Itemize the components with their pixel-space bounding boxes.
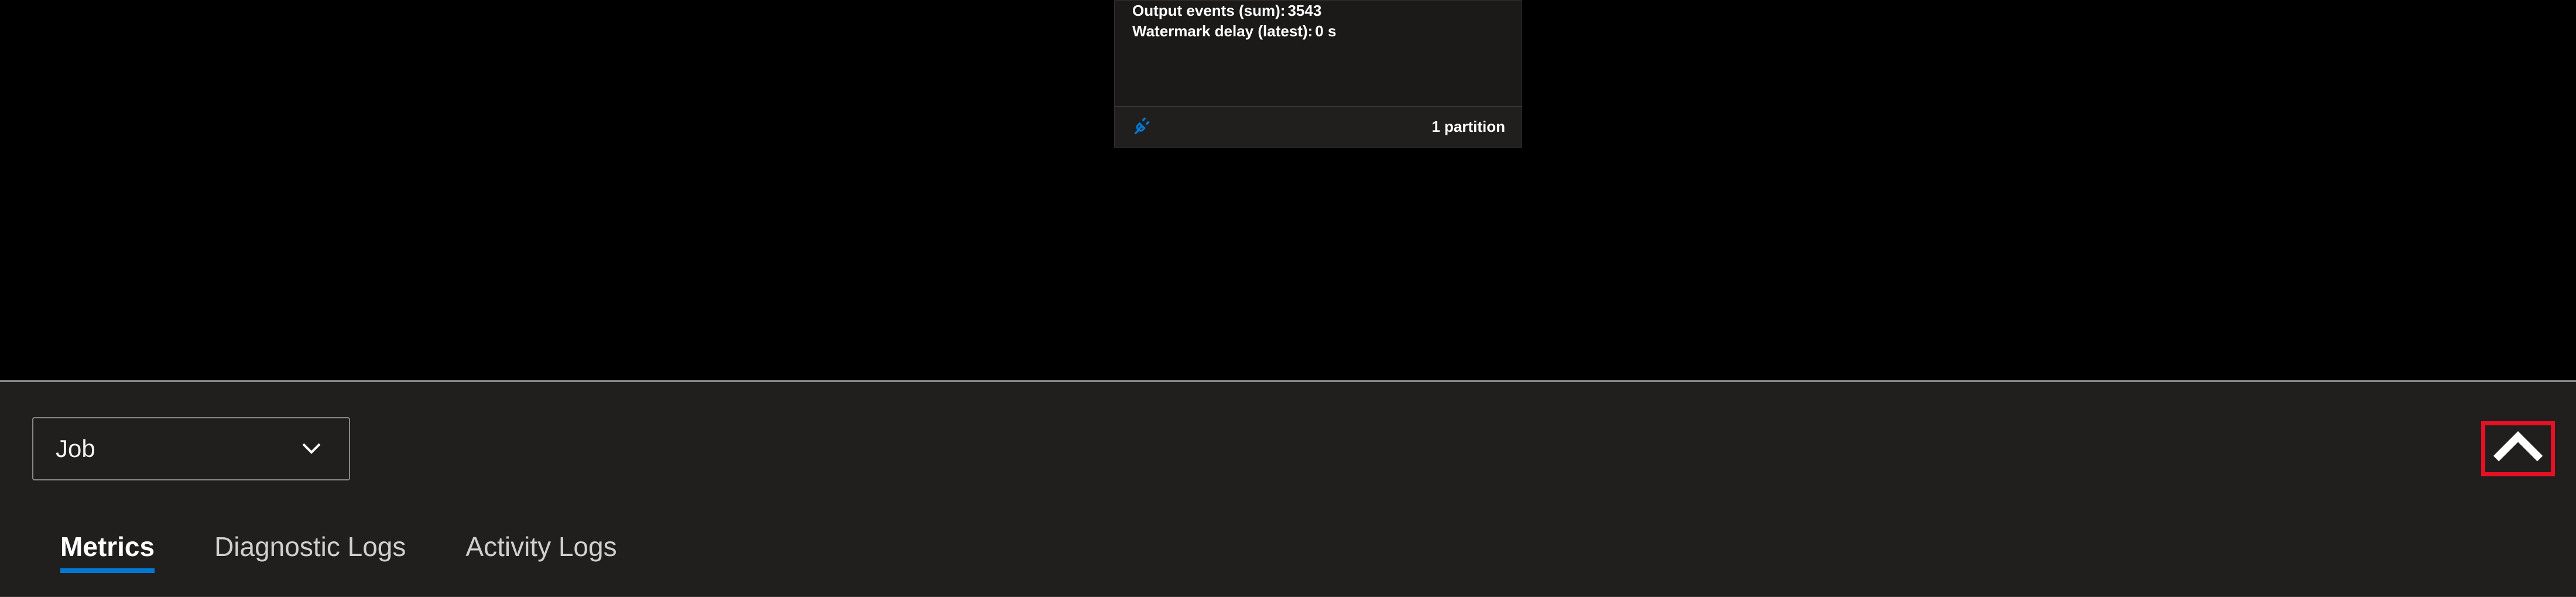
stat-label: Watermark delay (latest): xyxy=(1132,21,1313,42)
tab-metrics[interactable]: Metrics xyxy=(60,531,155,573)
chevron-up-icon xyxy=(2492,427,2544,471)
select-value: Job xyxy=(56,435,95,463)
scope-select[interactable]: Job xyxy=(32,417,350,480)
node-body: Output events (sum): 3543 Watermark dela… xyxy=(1115,1,1522,107)
stat-output-events: Output events (sum): 3543 xyxy=(1132,1,1504,21)
partition-count: 1 partition xyxy=(1431,118,1505,136)
panel-tabs: Metrics Diagnostic Logs Activity Logs xyxy=(60,531,2544,573)
stat-value: 3543 xyxy=(1287,1,1321,21)
tab-diagnostic-logs[interactable]: Diagnostic Logs xyxy=(214,531,406,573)
stat-value: 0 s xyxy=(1315,21,1336,42)
expand-panel-button[interactable] xyxy=(2481,421,2555,476)
chevron-down-icon xyxy=(297,434,326,465)
tab-activity-logs[interactable]: Activity Logs xyxy=(465,531,616,573)
plug-icon xyxy=(1132,114,1155,139)
stat-watermark-delay: Watermark delay (latest): 0 s xyxy=(1132,21,1504,42)
job-node-card[interactable]: Output events (sum): 3543 Watermark dela… xyxy=(1114,0,1522,148)
node-footer: 1 partition xyxy=(1115,107,1522,148)
bottom-panel: Job Metrics Diagnostic Logs Activity Log… xyxy=(0,382,2576,597)
stat-label: Output events (sum): xyxy=(1132,1,1285,21)
